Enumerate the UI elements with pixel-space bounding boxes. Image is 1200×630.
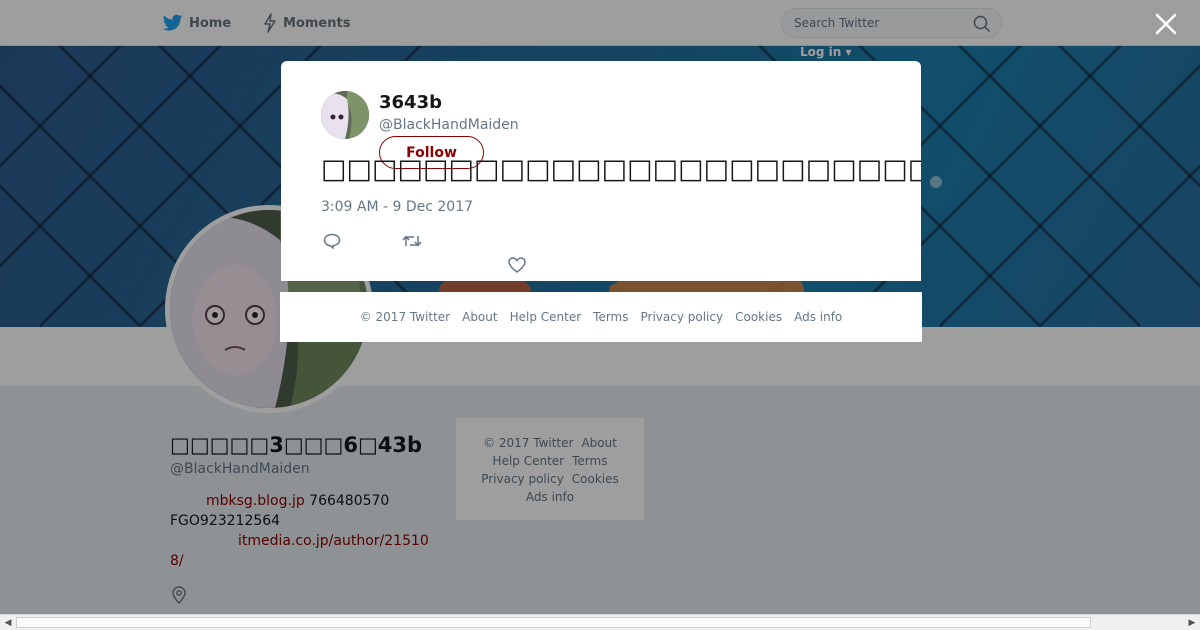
avatar-thumbnail	[321, 91, 369, 139]
tweet-text: □□□□□□□□□□□□□□□□□□□□□□□□□□□□□□□□GoogleIM…	[321, 154, 921, 185]
modal-footer-help-center[interactable]: Help Center	[510, 310, 582, 324]
scroll-left-arrow-icon[interactable]: ◀	[0, 616, 16, 630]
scrollbar-thumb[interactable]	[16, 617, 1091, 628]
tweet-modal: 3643b @BlackHandMaiden Follow □□□□□□□□□□…	[281, 61, 921, 281]
modal-footer-cookies[interactable]: Cookies	[735, 310, 782, 324]
reply-icon[interactable]	[323, 233, 341, 249]
close-icon[interactable]	[1154, 12, 1178, 36]
modal-footer-ads-info[interactable]: Ads info	[794, 310, 842, 324]
tweet-author-name[interactable]: 3643b	[379, 92, 442, 113]
modal-footer-about[interactable]: About	[462, 310, 497, 324]
like-heart-icon[interactable]	[508, 257, 526, 273]
tweet-timestamp[interactable]: 3:09 AM - 9 Dec 2017	[321, 199, 473, 215]
retweet-icon[interactable]	[402, 233, 422, 249]
tweet-author-handle[interactable]: @BlackHandMaiden	[379, 117, 519, 133]
scroll-right-arrow-icon[interactable]: ▶	[1184, 616, 1200, 630]
modal-footer: © 2017 Twitter About Help Center Terms P…	[280, 292, 922, 342]
modal-footer-terms[interactable]: Terms	[593, 310, 628, 324]
tweet-author-avatar[interactable]	[321, 91, 369, 139]
modal-footer-privacy[interactable]: Privacy policy	[641, 310, 724, 324]
modal-footer-copyright: © 2017 Twitter	[359, 310, 451, 324]
horizontal-scrollbar[interactable]: ◀ ▶	[0, 614, 1200, 630]
